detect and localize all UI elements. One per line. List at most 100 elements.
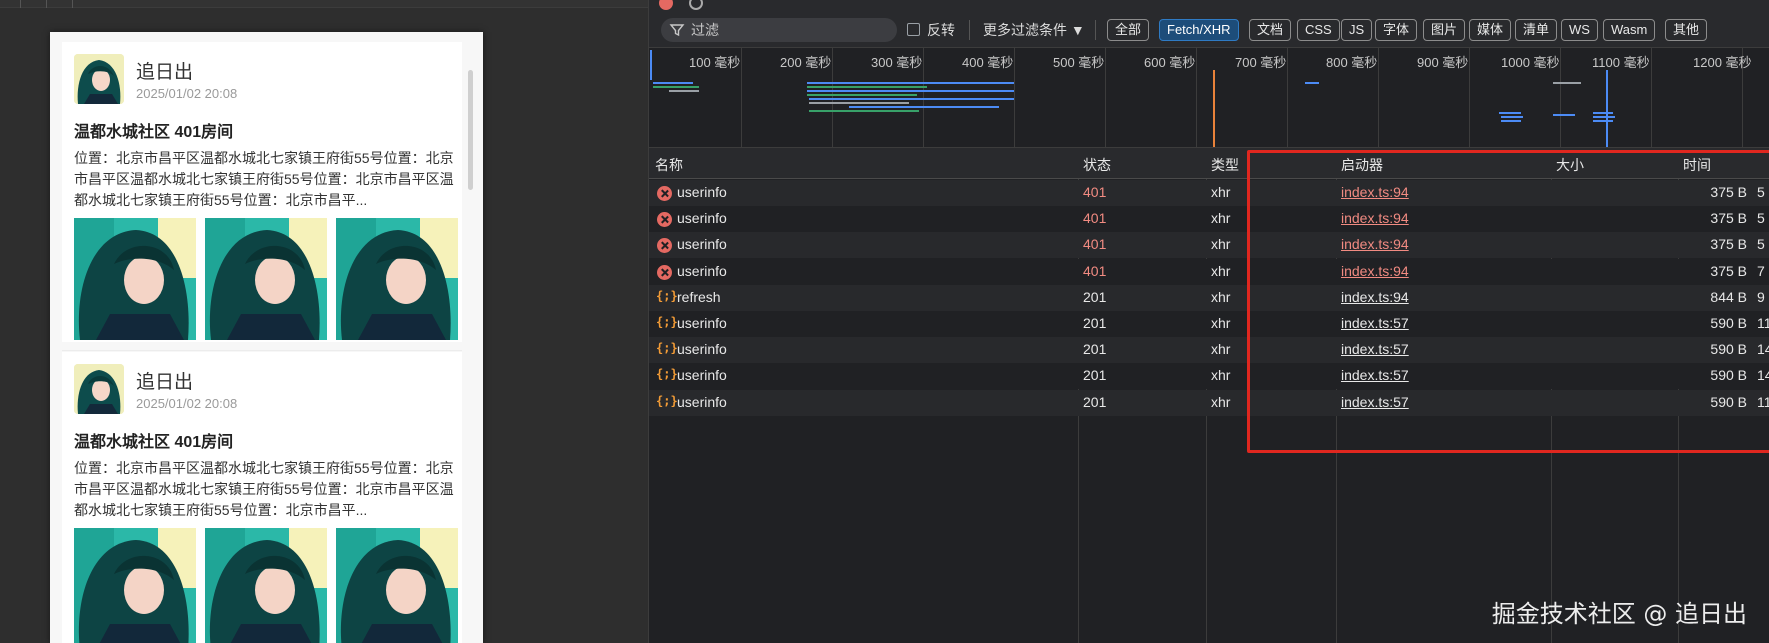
request-initiator-link[interactable]: index.ts:94 — [1341, 236, 1409, 252]
table-row[interactable]: {;} userinfo 201 xhr index.ts:57 590 B 14 — [649, 363, 1769, 390]
timeline-label: 300 毫秒 — [871, 55, 923, 70]
filter-placeholder: 过滤 — [691, 22, 719, 38]
request-initiator-link[interactable]: index.ts:57 — [1341, 394, 1409, 410]
listing-description: 位置：北京市昌平区温都水城北七家镇王府街55号位置：北京市昌平区温都水城北七家镇… — [74, 460, 454, 518]
listing-card[interactable]: 追日出 2025/01/02 20:08 温都水城社区 401房间 位置：北京市… — [62, 42, 462, 342]
image-gallery — [74, 528, 458, 643]
request-type: xhr — [1211, 236, 1231, 253]
author-name: 追日出 — [136, 62, 194, 83]
filter-type-wasm[interactable]: Wasm — [1603, 19, 1656, 41]
thumbnail-image[interactable] — [336, 218, 458, 340]
timeline-label: 800 毫秒 — [1326, 55, 1378, 70]
request-status: 201 — [1083, 367, 1107, 384]
column-header-name[interactable]: 名称 — [655, 155, 683, 175]
thumbnail-image[interactable] — [74, 218, 196, 340]
column-header-initiator[interactable]: 启动器 — [1341, 155, 1383, 175]
filter-type-font[interactable]: 字体 — [1375, 19, 1418, 41]
thumbnail-image[interactable] — [205, 218, 327, 340]
image-gallery — [74, 218, 458, 340]
request-initiator-link[interactable]: index.ts:94 — [1341, 210, 1409, 226]
request-type: xhr — [1211, 288, 1231, 305]
thumbnail-image[interactable] — [205, 528, 327, 643]
table-row[interactable]: userinfo 401 xhr index.ts:94 375 B 5 — [649, 180, 1769, 206]
request-size: 375 B — [1710, 236, 1747, 253]
request-initiator-link[interactable]: index.ts:57 — [1341, 341, 1409, 357]
invert-checkbox[interactable] — [907, 23, 920, 36]
column-header-status[interactable]: 状态 — [1083, 155, 1111, 175]
mobile-preview-pane: 追日出 2025/01/02 20:08 温都水城社区 401房间 位置：北京市… — [0, 0, 648, 643]
timeline-label: 400 毫秒 — [962, 55, 1014, 70]
request-status: 201 — [1083, 315, 1107, 331]
request-initiator-link[interactable]: index.ts:57 — [1341, 315, 1409, 331]
table-header: 名称 状态 类型 启动器 大小 时间 — [649, 148, 1769, 179]
table-row[interactable]: userinfo 401 xhr index.ts:94 375 B 5 — [649, 232, 1769, 259]
column-header-size[interactable]: 大小 — [1556, 155, 1584, 175]
more-filters-dropdown[interactable]: 更多过滤条件 ▼ — [983, 20, 1085, 40]
stop-recording-icon[interactable] — [659, 0, 673, 10]
timeline-label: 900 毫秒 — [1417, 55, 1469, 70]
filter-type-media[interactable]: 媒体 — [1469, 19, 1512, 41]
invert-label: 反转 — [927, 22, 955, 38]
request-size: 375 B — [1710, 210, 1747, 227]
request-type: xhr — [1211, 315, 1231, 331]
table-row[interactable]: {;} userinfo 201 xhr index.ts:57 590 B 11 — [649, 389, 1769, 416]
timeline-label: 100 毫秒 — [689, 55, 741, 70]
request-name: userinfo — [677, 315, 727, 331]
table-row[interactable]: {;} refresh 201 xhr index.ts:94 844 B 9 — [649, 284, 1769, 311]
timeline-cursor — [650, 50, 652, 80]
filter-type-img[interactable]: 图片 — [1423, 19, 1466, 41]
timeline-label: 200 毫秒 — [780, 55, 832, 70]
xhr-icon: {;} — [656, 341, 678, 356]
request-type: xhr — [1211, 210, 1231, 227]
toolbar-separator — [969, 20, 970, 40]
request-initiator-link[interactable]: index.ts:94 — [1341, 263, 1409, 279]
request-time: 5 — [1757, 236, 1765, 253]
toolbar-separator — [1095, 20, 1096, 40]
request-size: 590 B — [1710, 367, 1747, 384]
timeline-label: 1200 毫秒 — [1693, 55, 1752, 70]
filter-type-other[interactable]: 其他 — [1665, 19, 1708, 41]
request-initiator-link[interactable]: index.ts:57 — [1341, 367, 1409, 383]
request-size: 375 B — [1710, 184, 1747, 200]
error-icon — [657, 238, 672, 254]
request-type: xhr — [1211, 367, 1231, 384]
request-size: 590 B — [1710, 315, 1747, 331]
avatar — [74, 54, 124, 104]
filter-type-ws[interactable]: WS — [1561, 19, 1598, 41]
thumbnail-image[interactable] — [74, 528, 196, 643]
request-time: 5 — [1757, 184, 1765, 200]
devtools-toolbar-strip — [649, 0, 1769, 12]
thumbnail-image[interactable] — [336, 528, 458, 643]
listing-card[interactable]: 追日出 2025/01/02 20:08 温都水城社区 401房间 位置：北京市… — [62, 352, 462, 643]
phone-viewport[interactable]: 追日出 2025/01/02 20:08 温都水城社区 401房间 位置：北京市… — [50, 32, 483, 643]
request-time: 11 — [1757, 315, 1769, 331]
filter-type-all[interactable]: 全部 — [1107, 19, 1150, 41]
column-header-time[interactable]: 时间 — [1683, 155, 1711, 175]
table-row[interactable]: userinfo 401 xhr index.ts:94 375 B 5 — [649, 206, 1769, 233]
filter-bar: 过滤 反转 更多过滤条件 ▼ 全部 Fetch/XHR 文档 CSS JS 字体… — [649, 12, 1769, 48]
network-overview-timeline[interactable]: 100 毫秒 200 毫秒 300 毫秒 400 毫秒 500 毫秒 600 毫… — [649, 48, 1769, 148]
request-initiator-link[interactable]: index.ts:94 — [1341, 289, 1409, 305]
filter-type-js[interactable]: JS — [1341, 19, 1373, 41]
request-time: 5 — [1757, 210, 1765, 227]
request-time: 14 — [1757, 341, 1769, 358]
table-row[interactable]: {;} userinfo 201 xhr index.ts:57 590 B 11 — [649, 311, 1769, 337]
filter-type-css[interactable]: CSS — [1297, 19, 1340, 41]
table-row[interactable]: userinfo 401 xhr index.ts:94 375 B 7 — [649, 258, 1769, 285]
request-initiator-link[interactable]: index.ts:94 — [1341, 184, 1409, 200]
request-status: 201 — [1083, 288, 1107, 305]
filter-type-fetch-xhr[interactable]: Fetch/XHR — [1159, 19, 1239, 41]
request-type: xhr — [1211, 393, 1231, 410]
request-table: 名称 状态 类型 启动器 大小 时间 userinfo 401 xhr index.t… — [649, 148, 1769, 643]
table-row[interactable]: {;} userinfo 201 xhr index.ts:57 590 B 14 — [649, 337, 1769, 364]
clear-icon[interactable] — [689, 0, 703, 10]
filter-type-doc[interactable]: 文档 — [1249, 19, 1292, 41]
filter-type-manifest[interactable]: 清单 — [1515, 19, 1558, 41]
column-header-type[interactable]: 类型 — [1211, 155, 1239, 175]
xhr-icon: {;} — [656, 315, 678, 329]
request-name: userinfo — [677, 210, 727, 227]
request-time: 9 — [1757, 288, 1765, 305]
scrollbar[interactable] — [468, 70, 473, 190]
request-name: refresh — [677, 288, 721, 305]
author-name: 追日出 — [136, 372, 194, 393]
